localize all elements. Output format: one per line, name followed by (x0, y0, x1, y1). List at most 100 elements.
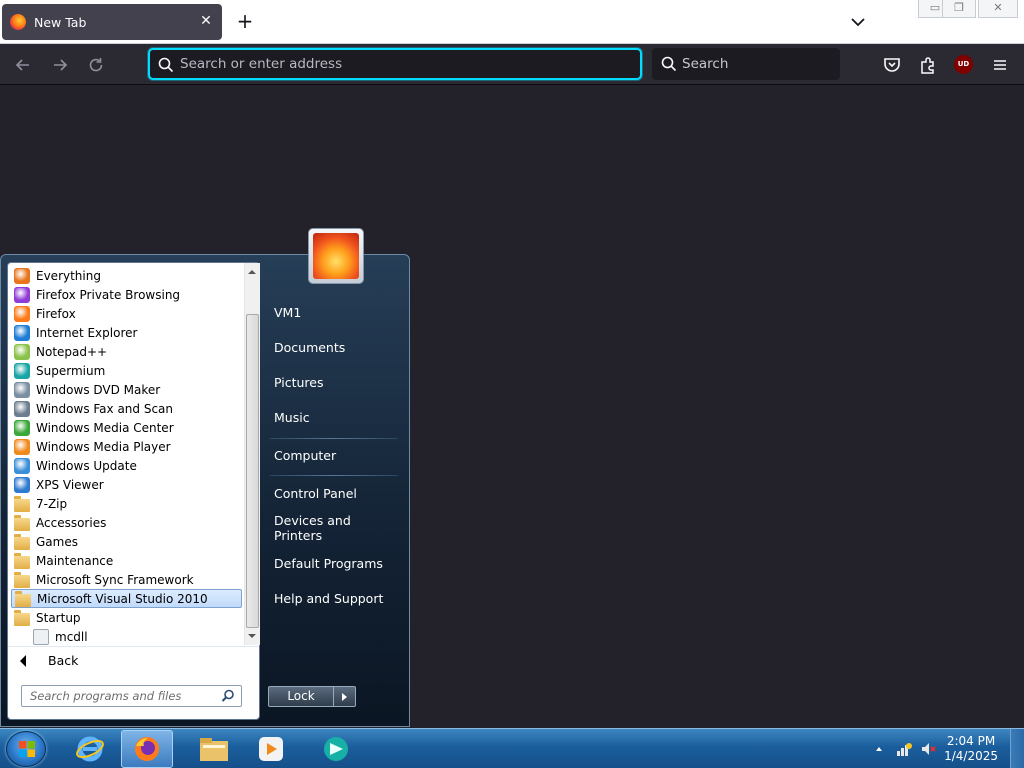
puzzle-icon (921, 57, 934, 74)
arrow-left-icon (15, 59, 29, 71)
forward-button[interactable] (49, 54, 71, 76)
start-search-input[interactable]: Search programs and files (21, 685, 242, 707)
notepad-plus-plus-icon (14, 343, 30, 360)
supermium-icon (14, 362, 30, 379)
notification-area: 2:04 PM 1/4/2025 (864, 729, 1024, 768)
pocket-button[interactable] (881, 54, 903, 76)
program-item[interactable]: Everything (11, 266, 242, 285)
search-icon (158, 57, 174, 73)
program-label: Windows Media Center (36, 420, 174, 435)
program-item[interactable]: Accessories (11, 513, 242, 532)
everything-icon (14, 267, 30, 284)
start-button[interactable] (6, 731, 46, 767)
program-item[interactable]: Notepad++ (11, 342, 242, 361)
menu-separator (270, 475, 398, 476)
program-item[interactable]: Games (11, 532, 242, 551)
scroll-down-arrow-icon[interactable] (245, 631, 259, 641)
program-label: Firefox (36, 306, 76, 321)
folder-icon (14, 495, 30, 512)
start-link-vm1[interactable]: VM1 (268, 298, 402, 326)
program-item[interactable]: Firefox (11, 304, 242, 323)
new-tab-button[interactable]: + (234, 10, 256, 32)
program-item[interactable]: Windows Update (11, 456, 242, 475)
start-link-devices-and-printers[interactable]: Devices and Printers (268, 513, 402, 543)
flower-picture-icon (313, 233, 359, 279)
folder-icon (15, 590, 31, 607)
media-center-icon (14, 419, 30, 436)
windows-logo-icon (19, 741, 35, 757)
clock[interactable]: 2:04 PM 1/4/2025 (944, 734, 998, 764)
program-item[interactable]: Windows Media Center (11, 418, 242, 437)
program-label: Firefox Private Browsing (36, 287, 181, 302)
program-item[interactable]: Microsoft Sync Framework (11, 570, 242, 589)
shortcut-icon (33, 628, 49, 645)
taskbar-file-explorer[interactable] (188, 730, 240, 768)
firefox-icon (14, 305, 30, 322)
close-window-button[interactable]: ✕ (978, 0, 1018, 18)
supermium-icon (324, 737, 348, 761)
program-item[interactable]: Windows DVD Maker (11, 380, 242, 399)
taskbar-supermium[interactable] (310, 730, 362, 768)
scroll-up-arrow-icon[interactable] (245, 267, 259, 277)
program-label: Windows Update (36, 458, 137, 473)
network-icon[interactable] (896, 741, 912, 757)
programs-scrollbar[interactable] (244, 263, 260, 645)
back-label: Back (48, 653, 79, 668)
address-input[interactable] (180, 56, 640, 72)
program-item[interactable]: 7-Zip (11, 494, 242, 513)
reload-button[interactable] (85, 54, 107, 76)
search-bar[interactable]: Search (652, 48, 840, 80)
scrollbar-thumb[interactable] (246, 314, 259, 628)
program-item[interactable]: Internet Explorer (11, 323, 242, 342)
list-all-tabs-button[interactable] (848, 12, 868, 32)
hamburger-menu-icon (994, 60, 1006, 70)
program-item[interactable]: Supermium (11, 361, 242, 380)
programs-pane: Everything Firefox Private Browsing Firefo… (7, 262, 260, 720)
pocket-icon (884, 58, 900, 72)
browser-titlebar: New Tab ✕ + ▭ ❐ ✕ (0, 0, 1024, 44)
program-item[interactable]: Windows Fax and Scan (11, 399, 242, 418)
program-item[interactable]: Microsoft Visual Studio 2010 (11, 589, 242, 608)
extensions-button[interactable] (917, 54, 939, 76)
program-label: Microsoft Sync Framework (36, 572, 194, 587)
program-item[interactable]: Firefox Private Browsing (11, 285, 242, 304)
start-link-control-panel[interactable]: Control Panel (268, 479, 402, 507)
start-link-pictures[interactable]: Pictures (268, 368, 402, 396)
lock-button[interactable]: Lock (268, 686, 334, 707)
program-item[interactable]: Maintenance (11, 551, 242, 570)
taskbar-firefox[interactable] (121, 730, 173, 768)
app-menu-button[interactable] (989, 54, 1011, 76)
taskbar-internet-explorer[interactable] (64, 730, 116, 768)
media-player-icon (259, 737, 283, 761)
shutdown-options-arrow[interactable] (334, 686, 356, 707)
program-item[interactable]: mcdll (11, 627, 242, 646)
user-avatar[interactable] (308, 228, 364, 284)
restore-button[interactable]: ❐ (942, 0, 976, 18)
taskbar-media-player[interactable] (245, 730, 297, 768)
search-icon (661, 56, 677, 72)
reload-icon (89, 58, 103, 72)
program-label: Startup (36, 610, 81, 625)
internet-explorer-icon (76, 736, 104, 762)
start-link-help-and-support[interactable]: Help and Support (268, 584, 402, 612)
start-link-music[interactable]: Music (268, 403, 402, 431)
ublock-origin-icon[interactable]: UD (954, 55, 973, 74)
volume-muted-icon[interactable] (920, 741, 936, 757)
tab-new-tab[interactable]: New Tab ✕ (2, 4, 222, 40)
back-button[interactable] (12, 54, 34, 76)
back-button[interactable]: Back (8, 646, 259, 674)
clock-date: 1/4/2025 (944, 749, 998, 763)
program-label: 7-Zip (36, 496, 68, 511)
address-bar[interactable] (148, 48, 642, 80)
start-link-default-programs[interactable]: Default Programs (268, 549, 402, 577)
show-hidden-icons-icon[interactable] (874, 744, 884, 754)
program-item[interactable]: Startup (11, 608, 242, 627)
program-item[interactable]: XPS Viewer (11, 475, 242, 494)
start-link-computer[interactable]: Computer (268, 441, 402, 469)
start-link-documents[interactable]: Documents (268, 333, 402, 361)
program-item[interactable]: Windows Media Player (11, 437, 242, 456)
show-desktop-button[interactable] (1010, 729, 1024, 768)
search-placeholder: Search (682, 56, 729, 72)
close-tab-icon[interactable]: ✕ (198, 13, 214, 29)
clock-time: 2:04 PM (946, 734, 996, 748)
